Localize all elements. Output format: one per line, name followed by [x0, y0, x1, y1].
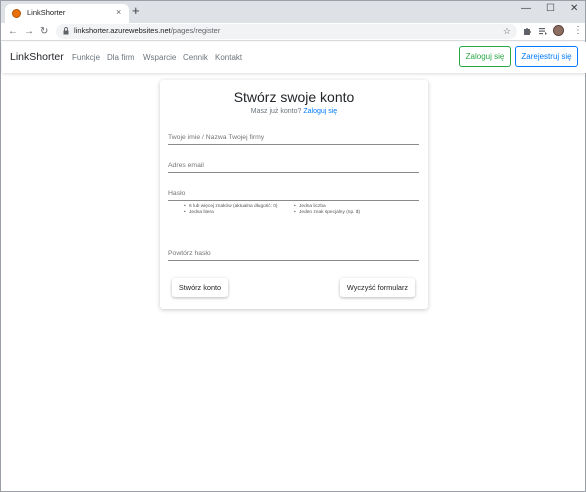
- form-title: Stwórz swoje konto: [233, 89, 355, 105]
- new-tab-button[interactable]: +: [132, 4, 140, 18]
- nav-link-wsparcie[interactable]: Wsparcie: [143, 53, 176, 62]
- login-button[interactable]: Zaloguj się: [459, 46, 511, 67]
- close-window-button[interactable]: ✕: [570, 3, 578, 15]
- url-path: /pages/register: [170, 26, 221, 35]
- tab-title: LinkShorter: [27, 8, 66, 17]
- password-field[interactable]: Hasło: [168, 189, 419, 201]
- password-label: Hasło: [168, 190, 186, 197]
- reading-list-icon[interactable]: [538, 26, 548, 36]
- extensions-puzzle-icon[interactable]: [522, 26, 532, 36]
- browser-toolbar: ← → ↻ linkshorter.azurewebsites.net/page…: [1, 23, 585, 41]
- bookmark-star-icon[interactable]: ☆: [503, 25, 511, 37]
- clear-form-button[interactable]: Wyczyść formularz: [340, 278, 415, 297]
- register-button[interactable]: Zarejestruj się: [515, 46, 578, 67]
- url-text: linkshorter.azurewebsites.net/pages/regi…: [74, 26, 220, 35]
- password-rule: Jeden znak specjalny (np. $): [294, 210, 360, 215]
- subtitle-text: Masz już konto?: [250, 108, 302, 115]
- browser-tab[interactable]: LinkShorter ×: [5, 4, 129, 23]
- back-button[interactable]: ←: [8, 25, 18, 38]
- password-rule: Jedna liczba: [294, 204, 326, 209]
- profile-avatar[interactable]: [553, 25, 564, 36]
- repeat-password-label: Powtórz hasło: [168, 250, 211, 257]
- nav-link-kontakt[interactable]: Kontakt: [215, 53, 242, 62]
- create-account-button[interactable]: Stwórz konto: [172, 278, 228, 297]
- forward-button[interactable]: →: [24, 25, 34, 38]
- browser-menu-icon[interactable]: ⋮: [573, 25, 583, 37]
- site-favicon-icon: [12, 9, 21, 18]
- password-rule: 6 lub więcej znaków (aktualna długość: 0…: [184, 204, 278, 209]
- name-field[interactable]: Twoje imie / Nazwa Twojej firmy: [168, 133, 419, 145]
- url-host: linkshorter.azurewebsites.net: [74, 26, 171, 35]
- minimize-button[interactable]: —: [521, 3, 531, 15]
- repeat-password-field[interactable]: Powtórz hasło: [168, 249, 419, 261]
- name-label: Twoje imie / Nazwa Twojej firmy: [168, 134, 265, 141]
- email-label: Adres email: [168, 162, 204, 169]
- email-field[interactable]: Adres email: [168, 161, 419, 173]
- reload-button[interactable]: ↻: [40, 25, 48, 38]
- tab-close-icon[interactable]: ×: [116, 7, 121, 17]
- password-rule: Jedna litera: [184, 210, 214, 215]
- address-bar[interactable]: linkshorter.azurewebsites.net/pages/regi…: [56, 24, 517, 39]
- tab-strip: LinkShorter × + — ☐ ✕: [1, 1, 585, 23]
- browser-window: LinkShorter × + — ☐ ✕ ← → ↻ linkshorter.…: [0, 0, 586, 492]
- site-navbar: LinkShorter Funkcje Dla firm Wsparcie Ce…: [2, 42, 586, 73]
- lock-icon: [63, 27, 69, 35]
- nav-link-funkcje[interactable]: Funkcje: [72, 53, 100, 62]
- brand-logo-text[interactable]: LinkShorter: [10, 51, 64, 63]
- register-card: Stwórz swoje konto Masz już konto? Zalog…: [160, 80, 428, 309]
- form-subtitle: Masz już konto? Zaloguj się: [160, 108, 428, 115]
- nav-link-cennik[interactable]: Cennik: [183, 53, 208, 62]
- login-link[interactable]: Zaloguj się: [303, 108, 337, 115]
- maximize-button[interactable]: ☐: [546, 3, 555, 15]
- nav-link-dla-firm[interactable]: Dla firm: [107, 53, 135, 62]
